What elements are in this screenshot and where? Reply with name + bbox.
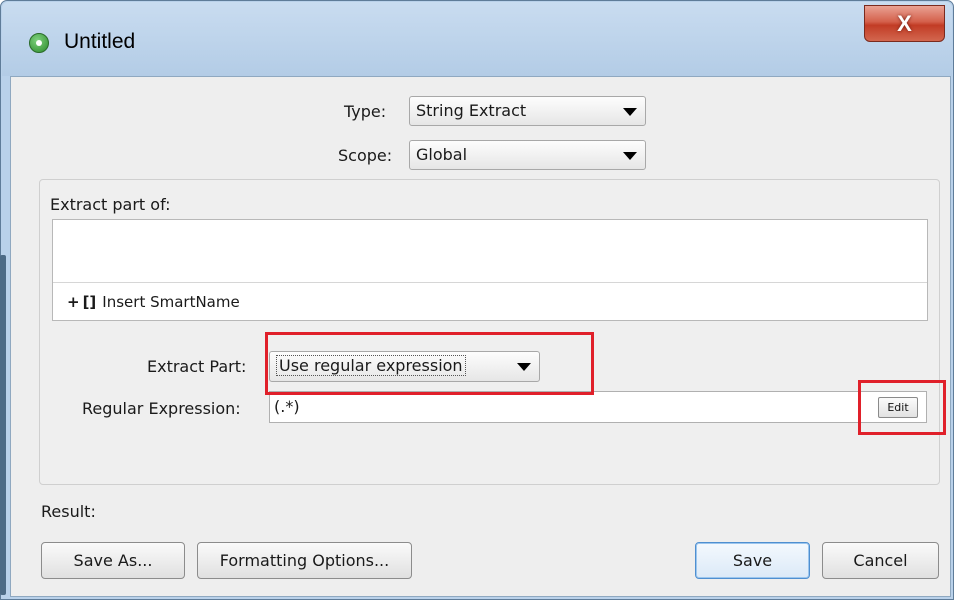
regular-expression-input[interactable]: (.*) Edit bbox=[269, 391, 927, 423]
save-as-button[interactable]: Save As... bbox=[41, 542, 185, 579]
app-gear-icon bbox=[29, 33, 49, 53]
formatting-options-button[interactable]: Formatting Options... bbox=[197, 542, 412, 579]
window-title: Untitled bbox=[64, 30, 136, 53]
scope-select[interactable]: Global bbox=[409, 140, 646, 170]
extract-part-label: Extract Part: bbox=[147, 357, 247, 376]
title-bar[interactable]: Untitled X bbox=[2, 2, 952, 76]
chevron-down-icon bbox=[623, 108, 637, 116]
smartname-editor[interactable]: +[] Insert SmartName bbox=[52, 219, 928, 321]
close-icon: X bbox=[897, 10, 912, 36]
regular-expression-value: (.*) bbox=[274, 397, 300, 416]
plus-icon: + bbox=[67, 293, 80, 311]
dialog-window: Untitled X Type: String Extract Scope: G… bbox=[0, 0, 954, 600]
highlight-edit-button bbox=[858, 380, 946, 435]
result-label: Result: bbox=[41, 502, 96, 521]
save-button[interactable]: Save bbox=[695, 542, 810, 579]
insert-smartname-button[interactable]: +[] Insert SmartName bbox=[67, 293, 240, 311]
scope-label: Scope: bbox=[338, 146, 393, 165]
scope-select-value: Global bbox=[416, 145, 468, 164]
regular-expression-label: Regular Expression: bbox=[82, 399, 241, 418]
type-select[interactable]: String Extract bbox=[409, 96, 646, 126]
type-select-value: String Extract bbox=[416, 101, 527, 120]
brackets-icon: [] bbox=[82, 293, 97, 311]
extract-part-of-label: Extract part of: bbox=[50, 195, 171, 214]
divider bbox=[53, 282, 927, 283]
chevron-down-icon bbox=[623, 152, 637, 160]
cancel-button[interactable]: Cancel bbox=[822, 542, 939, 579]
type-label: Type: bbox=[344, 102, 387, 121]
insert-smartname-label: Insert SmartName bbox=[102, 293, 240, 311]
close-button[interactable]: X bbox=[864, 5, 945, 42]
window-left-edge bbox=[0, 255, 6, 595]
highlight-extract-part bbox=[265, 332, 594, 395]
